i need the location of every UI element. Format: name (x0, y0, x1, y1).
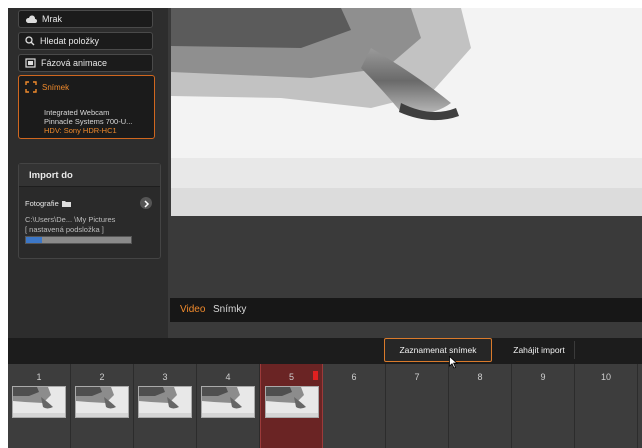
video-preview (171, 8, 642, 216)
capture-window: Mrak Hledat položky Fázová animace Sníme… (8, 8, 642, 448)
preview-image (171, 8, 642, 216)
import-panel: Import do Fotografie C:\Users\De... \My … (18, 163, 161, 259)
slot-number: 9 (540, 372, 546, 382)
tab-snimky[interactable]: Snímky (213, 304, 246, 315)
filmstrip-slot[interactable]: 2 (71, 364, 134, 448)
snapshot-label: Snímek (42, 82, 70, 92)
slot-number: 1 (36, 372, 42, 382)
filmstrip-slot[interactable]: 10 (575, 364, 638, 448)
folder-icon (61, 201, 71, 207)
subfolder-setting[interactable]: [ nastavená podsložka ] (25, 225, 104, 234)
stop-motion-icon (25, 58, 36, 68)
slot-number: 7 (414, 372, 420, 382)
import-progress-bar (25, 236, 132, 244)
snapshot-thumbnail[interactable] (12, 386, 66, 418)
snapshot-thumbnail[interactable] (138, 386, 192, 418)
filmstrip-slot-active[interactable]: 5 (260, 364, 323, 448)
filmstrip-slot[interactable]: 6 (323, 364, 386, 448)
toolbar-divider (574, 341, 575, 359)
import-folder-row: Fotografie (25, 199, 71, 208)
delete-snapshot-icon[interactable] (313, 371, 318, 380)
slot-number: 8 (477, 372, 483, 382)
start-import-button[interactable]: Zahájit import (504, 338, 574, 362)
capture-toolbar: Zaznamenat snímek Zahájit import (8, 338, 642, 364)
device-item[interactable]: Integrated Webcam (44, 108, 109, 117)
filmstrip-slot[interactable]: 4 (197, 364, 260, 448)
slot-number: 2 (99, 372, 105, 382)
source-sidebar: Mrak Hledat položky Fázová animace Sníme… (8, 8, 168, 338)
filmstrip-slot[interactable]: 3 (134, 364, 197, 448)
snapshot-thumbnail[interactable] (75, 386, 129, 418)
source-label: Mrak (42, 14, 62, 24)
filmstrip-slot[interactable]: 9 (512, 364, 575, 448)
import-header: Import do (19, 164, 160, 187)
import-folder-label: Fotografie (25, 199, 59, 208)
snapshot-filmstrip: 1 2 3 4 5 6 7 8 9 10 (8, 364, 642, 448)
snapshot-header: Snímek (25, 81, 69, 93)
import-path: C:\Users\De... \My Pictures (25, 215, 116, 224)
snapshot-thumbnail[interactable] (201, 386, 255, 418)
import-progress-fill (26, 237, 42, 243)
source-label: Fázová animace (41, 58, 108, 68)
browse-folder-button[interactable] (140, 197, 152, 209)
preview-tabs: Video Snímky (170, 298, 642, 322)
search-icon (25, 36, 35, 46)
filmstrip-slot[interactable]: 8 (449, 364, 512, 448)
slot-number: 3 (162, 372, 168, 382)
source-label: Hledat položky (40, 36, 100, 46)
capture-snapshot-button[interactable]: Zaznamenat snímek (384, 338, 492, 362)
snapshot-icon (25, 81, 37, 93)
slot-number: 6 (351, 372, 357, 382)
filmstrip-slot[interactable]: 7 (386, 364, 449, 448)
slot-number: 4 (225, 372, 231, 382)
snapshot-thumbnail[interactable] (265, 386, 319, 418)
device-item[interactable]: Pinnacle Systems 700-U... (44, 117, 132, 126)
cloud-icon (25, 14, 37, 23)
source-search-button[interactable]: Hledat položky (18, 32, 153, 50)
source-stop-motion-button[interactable]: Fázová animace (18, 54, 153, 72)
source-snapshot-panel[interactable]: Snímek Integrated Webcam Pinnacle System… (18, 75, 155, 139)
import-title: Import do (29, 170, 73, 181)
filmstrip-slot[interactable]: 1 (8, 364, 71, 448)
source-cloud-button[interactable]: Mrak (18, 10, 153, 28)
device-item-selected[interactable]: HDV: Sony HDR-HC1 (44, 126, 117, 135)
mouse-cursor-icon (449, 356, 458, 369)
tab-video[interactable]: Video (180, 304, 205, 315)
chevron-right-icon (144, 200, 150, 208)
slot-number: 10 (600, 372, 611, 382)
